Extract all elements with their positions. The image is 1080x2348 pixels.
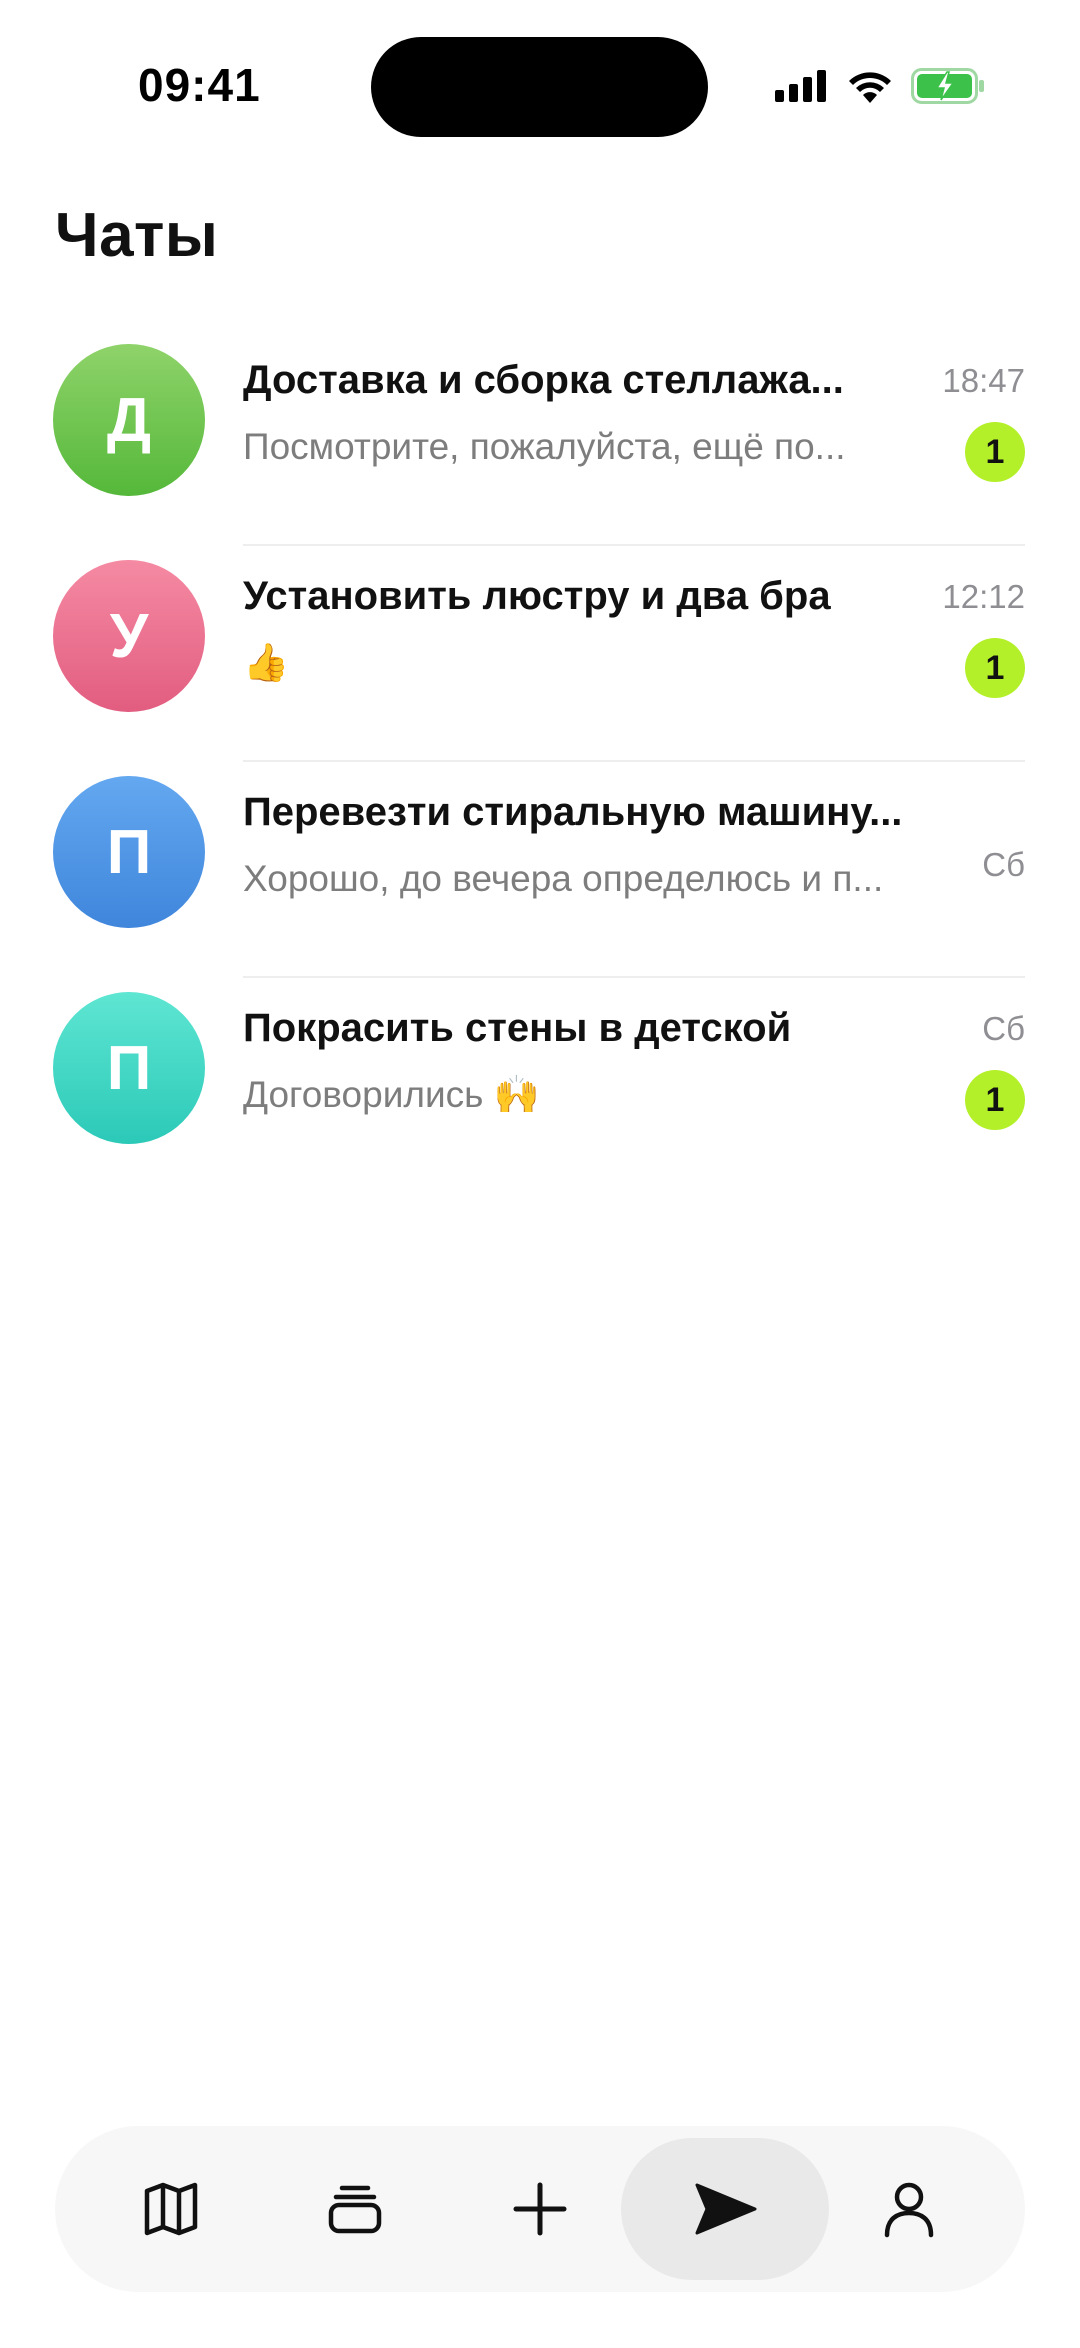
chat-preview: 👍	[243, 642, 290, 683]
chat-time: Сб	[982, 1010, 1025, 1047]
unread-badge: 1	[965, 1070, 1025, 1130]
chat-title: Покрасить стены в детской	[243, 1006, 792, 1050]
status-bar: 09:41	[0, 0, 1080, 150]
send-icon	[695, 2183, 757, 2235]
map-icon	[144, 2182, 198, 2236]
chat-preview: Договорились 🙌	[243, 1074, 540, 1115]
status-time: 09:41	[138, 59, 261, 111]
nav-map[interactable]	[67, 2138, 275, 2280]
chat-preview: Посмотрите, пожалуйста, ещё по...	[243, 426, 846, 467]
chat-list-item[interactable]: Д Доставка и сборка стеллажа... Посмотри…	[0, 330, 1080, 546]
status-icons	[775, 68, 985, 104]
cellular-signal-icon	[775, 70, 826, 102]
chat-title: Установить люстру и два бра	[243, 574, 831, 618]
battery-charging-icon	[911, 68, 984, 104]
chat-list-item[interactable]: У Установить люстру и два бра 👍 12:12 1	[0, 546, 1080, 762]
wifi-icon	[849, 72, 891, 103]
chat-time: 12:12	[942, 578, 1025, 615]
avatar: У	[53, 560, 205, 712]
avatar: П	[53, 776, 205, 928]
chat-title: Перевезти стиральную машину...	[243, 790, 903, 834]
chat-time: 18:47	[942, 362, 1025, 399]
nav-chats[interactable]	[621, 2138, 829, 2280]
chat-list-item[interactable]: П Покрасить стены в детской Договорились…	[0, 978, 1080, 1194]
nav-profile[interactable]	[805, 2138, 1013, 2280]
nav-add[interactable]	[436, 2138, 644, 2280]
stack-icon	[328, 2185, 382, 2234]
bottom-nav	[55, 2126, 1025, 2292]
avatar: Д	[53, 344, 205, 496]
profile-icon	[884, 2182, 934, 2238]
dynamic-island	[371, 37, 708, 137]
chat-list-item[interactable]: П Перевезти стиральную машину... Хорошо,…	[0, 762, 1080, 978]
unread-badge: 1	[965, 638, 1025, 698]
chat-time: Сб	[982, 846, 1025, 883]
chat-title: Доставка и сборка стеллажа...	[243, 358, 844, 402]
avatar: П	[53, 992, 205, 1144]
page-title: Чаты	[55, 201, 219, 270]
plus-icon	[513, 2182, 567, 2236]
chat-list: Д Доставка и сборка стеллажа... Посмотри…	[0, 330, 1080, 1194]
nav-stack[interactable]	[251, 2138, 459, 2280]
chat-preview: Хорошо, до вечера определюсь и п...	[243, 858, 884, 899]
unread-badge: 1	[965, 422, 1025, 482]
